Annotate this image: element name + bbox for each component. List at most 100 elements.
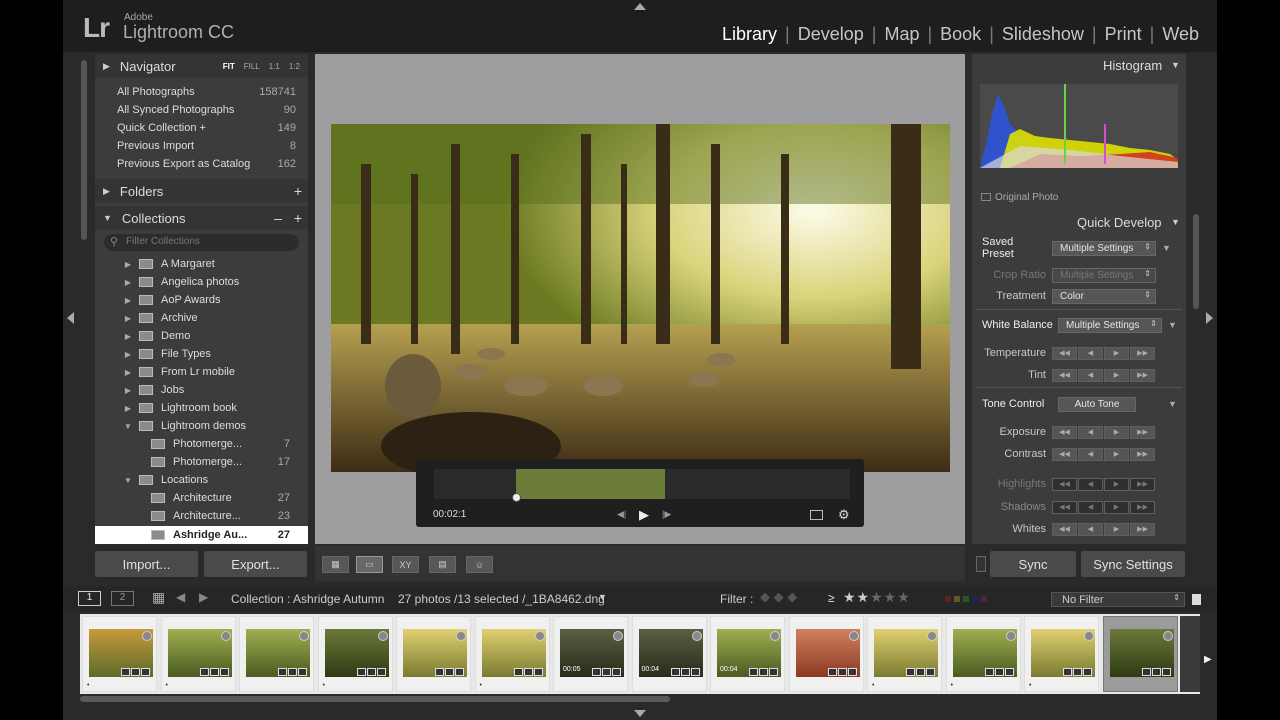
color-label-filter[interactable]	[945, 596, 987, 602]
expand-triangle-icon[interactable]: ▶	[123, 314, 133, 323]
expand-triangle-icon[interactable]: ▼	[1168, 399, 1177, 409]
export-button[interactable]: Export...	[204, 551, 307, 577]
large-increase-button[interactable]: ▶▶	[1130, 500, 1155, 514]
auto-sync-switch[interactable]	[976, 556, 986, 572]
large-increase-button[interactable]: ▶▶	[1130, 425, 1155, 439]
collection-item[interactable]: Architecture... 23	[95, 507, 308, 525]
filmstrip-thumbnail[interactable]: •	[867, 616, 942, 692]
add-folder-icon[interactable]: +	[294, 183, 302, 199]
catalog-item-all-photographs[interactable]: All Photographs 158741	[95, 83, 308, 101]
expand-triangle-icon[interactable]: ▶	[123, 296, 133, 305]
large-decrease-button[interactable]: ◀◀	[1052, 477, 1077, 491]
zoom-fit-option[interactable]: FIT	[223, 62, 235, 71]
collection-set-item[interactable]: ▶ Angelica photos	[95, 273, 308, 291]
treatment-select[interactable]: Color ⇕	[1052, 288, 1156, 304]
yellow-label-icon[interactable]	[954, 596, 960, 602]
collapse-filmstrip-icon[interactable]	[634, 710, 646, 717]
filmstrip-thumbnail[interactable]	[1102, 616, 1178, 692]
expand-triangle-icon[interactable]: ▶	[123, 386, 133, 395]
small-increase-button[interactable]: ▶	[1104, 447, 1129, 461]
collection-set-item[interactable]: ▶ From Lr mobile	[95, 363, 308, 381]
remove-collection-icon[interactable]: –	[274, 210, 282, 226]
filmstrip-thumbnail[interactable]: 00:04	[631, 616, 707, 692]
red-label-icon[interactable]	[945, 596, 951, 602]
collapse-triangle-icon[interactable]: ▼	[1171, 60, 1180, 70]
filmstrip-thumbnail[interactable]	[239, 616, 314, 692]
auto-tone-button[interactable]: Auto Tone	[1058, 396, 1136, 412]
large-increase-button[interactable]: ▶▶	[1130, 346, 1155, 360]
folders-header[interactable]: ▶ Folders +	[95, 179, 308, 203]
large-increase-button[interactable]: ▶▶	[1130, 368, 1155, 382]
histogram-title[interactable]: Histogram	[1103, 58, 1162, 73]
left-panel-scrollbar[interactable]	[81, 60, 87, 240]
forward-arrow-icon[interactable]: ▶	[199, 590, 208, 604]
small-decrease-button[interactable]: ◀	[1078, 522, 1103, 536]
module-slideshow[interactable]: Slideshow	[996, 24, 1090, 45]
saved-preset-select[interactable]: Multiple Settings ⇕	[1052, 240, 1156, 256]
gear-icon[interactable]: ⚙	[838, 507, 850, 523]
small-decrease-button[interactable]: ◀	[1078, 447, 1103, 461]
right-panel-scrollbar[interactable]	[1193, 214, 1199, 309]
catalog-item-quick-collection[interactable]: Quick Collection + 149	[95, 119, 308, 137]
large-decrease-button[interactable]: ◀◀	[1052, 500, 1077, 514]
chevron-down-icon[interactable]: ▼	[598, 592, 607, 602]
zoom-1-1-option[interactable]: 1:1	[269, 62, 280, 71]
small-increase-button[interactable]: ▶	[1104, 346, 1129, 360]
play-icon[interactable]: ▶	[639, 507, 649, 523]
small-increase-button[interactable]: ▶	[1104, 368, 1129, 382]
expand-triangle-icon[interactable]: ▼	[1168, 320, 1177, 330]
collapse-triangle-icon[interactable]: ▼	[123, 476, 133, 485]
small-increase-button[interactable]: ▶	[1104, 522, 1129, 536]
small-decrease-button[interactable]: ◀	[1078, 477, 1103, 491]
filter-preset-select[interactable]: No Filter ⇕	[1051, 592, 1185, 607]
module-print[interactable]: Print	[1099, 24, 1148, 45]
collapse-left-panel-icon[interactable]	[67, 312, 74, 324]
loupe-view-icon[interactable]: ▭	[356, 556, 383, 573]
white-balance-select[interactable]: Multiple Settings ⇕	[1058, 317, 1162, 333]
flag-filter-icons[interactable]: ◆ ◆ ◆	[760, 589, 797, 605]
purple-label-icon[interactable]	[981, 596, 987, 602]
zoom-fill-option[interactable]: FILL	[244, 62, 260, 71]
catalog-item-all-synced[interactable]: All Synced Photographs 90	[95, 101, 308, 119]
collection-set-item[interactable]: ▶ Demo	[95, 327, 308, 345]
collection-item[interactable]: Architecture 27	[95, 489, 308, 507]
capture-frame-icon[interactable]	[810, 510, 823, 520]
expand-triangle-icon[interactable]: ▶	[123, 260, 133, 269]
filmstrip-thumbnail[interactable]: •	[945, 616, 1021, 692]
collections-header[interactable]: ▼ Collections – +	[95, 206, 308, 230]
green-label-icon[interactable]	[963, 596, 969, 602]
expand-triangle-icon[interactable]: ▶	[123, 278, 133, 287]
large-decrease-button[interactable]: ◀◀	[1052, 447, 1077, 461]
sync-button[interactable]: Sync	[990, 551, 1076, 577]
collection-set-item[interactable]: ▶ Jobs	[95, 381, 308, 399]
expand-triangle-icon[interactable]: ▶	[123, 332, 133, 341]
collection-set-item[interactable]: ▶ Archive	[95, 309, 308, 327]
filmstrip-thumbnail[interactable]: •	[317, 616, 393, 692]
small-decrease-button[interactable]: ◀	[1078, 500, 1103, 514]
large-increase-button[interactable]: ▶▶	[1130, 522, 1155, 536]
filmstrip-thumbnail[interactable]: •	[1024, 616, 1099, 692]
collection-set-item[interactable]: ▶ File Types	[95, 345, 308, 363]
import-button[interactable]: Import...	[95, 551, 198, 577]
module-book[interactable]: Book	[934, 24, 987, 45]
module-web[interactable]: Web	[1156, 24, 1205, 45]
people-view-icon[interactable]: ☺	[466, 556, 493, 573]
filter-lock-icon[interactable]	[1192, 594, 1201, 605]
compare-view-icon[interactable]: XY	[392, 556, 419, 573]
expand-triangle-icon[interactable]: ▼	[1162, 243, 1171, 253]
collapse-top-panel-icon[interactable]	[634, 3, 646, 10]
large-decrease-button[interactable]: ◀◀	[1052, 425, 1077, 439]
large-decrease-button[interactable]: ◀◀	[1052, 522, 1077, 536]
playhead-handle[interactable]	[512, 493, 521, 502]
survey-view-icon[interactable]: ▤	[429, 556, 456, 573]
back-arrow-icon[interactable]: ◀	[176, 590, 185, 604]
blue-label-icon[interactable]	[972, 596, 978, 602]
expand-triangle-icon[interactable]: ▶	[123, 368, 133, 377]
collapse-triangle-icon[interactable]: ▼	[123, 422, 133, 431]
collection-item[interactable]: Photomerge... 7	[95, 435, 308, 453]
small-decrease-button[interactable]: ◀	[1078, 368, 1103, 382]
selection-info[interactable]: 27 photos /13 selected /_1BA8462.dng	[398, 592, 605, 606]
previous-frame-icon[interactable]: ◀|	[617, 509, 626, 520]
rating-operator[interactable]: ≥	[828, 591, 835, 605]
filmstrip-next-icon[interactable]: ▶	[1204, 654, 1212, 665]
